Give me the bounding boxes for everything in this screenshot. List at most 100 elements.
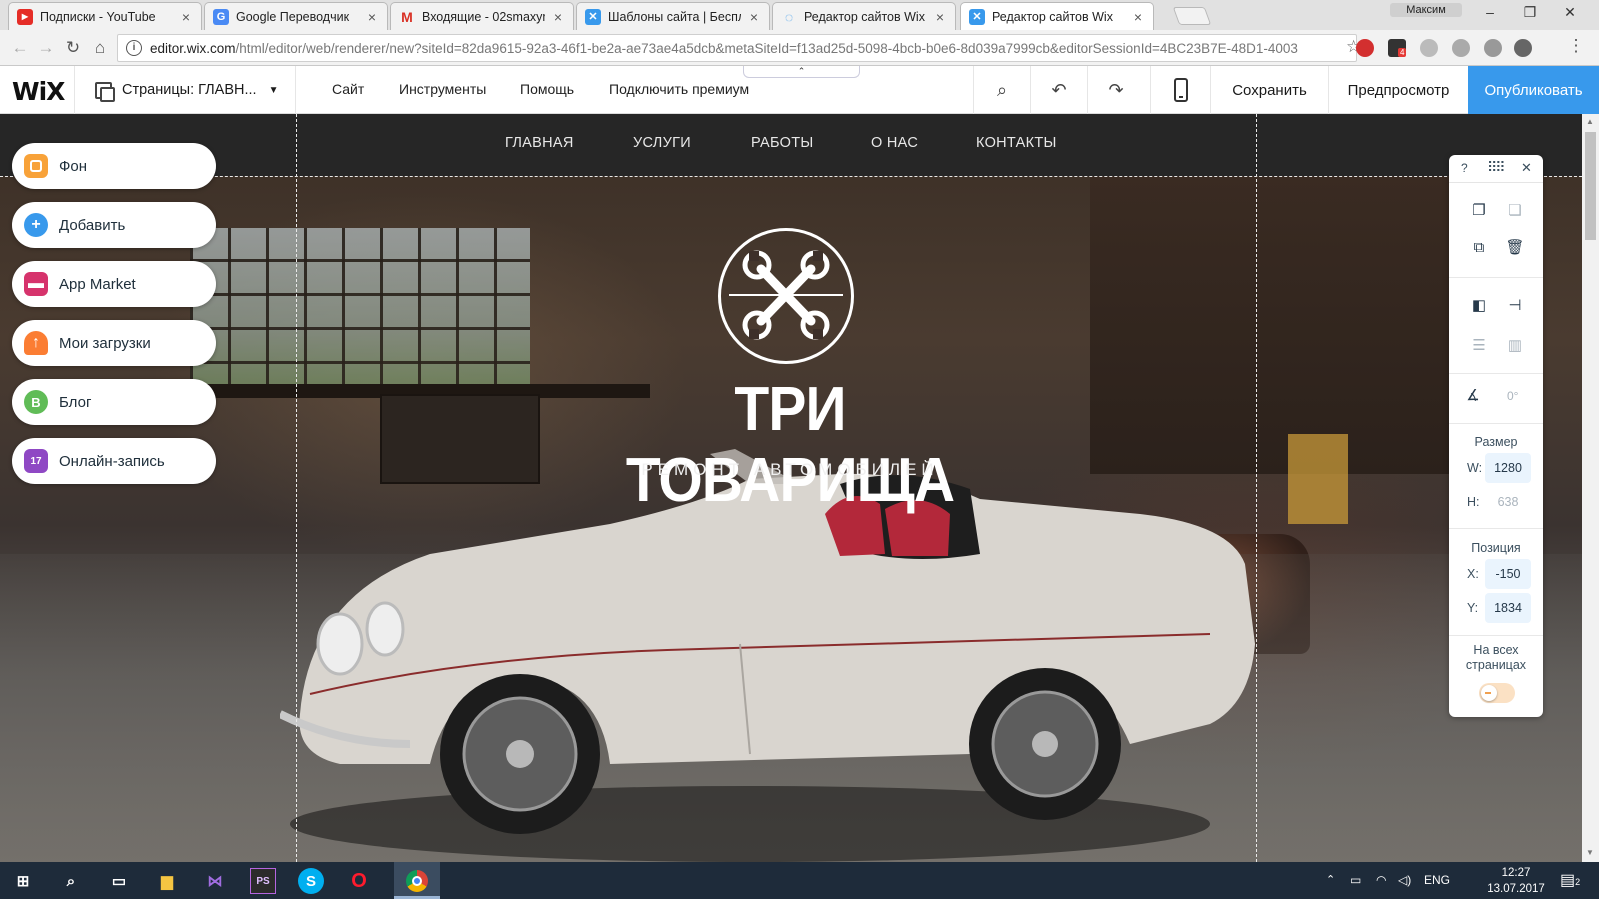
address-bar[interactable]: i editor.wix.com/html/editor/web/rendere…	[117, 34, 1357, 62]
language-indicator[interactable]: ENG	[1424, 873, 1450, 887]
site-info-icon[interactable]: i	[126, 40, 142, 56]
close-tab-icon[interactable]: ×	[365, 9, 379, 25]
battery-icon[interactable]: ▭	[1350, 873, 1361, 887]
paste-icon[interactable]: ❏	[1505, 200, 1525, 220]
y-input[interactable]: 1834	[1485, 593, 1531, 623]
zoom-icon[interactable]: ⌕	[973, 66, 1030, 114]
forward-icon[interactable]: →	[36, 38, 56, 58]
tray-expand-icon[interactable]: ⌃	[1326, 873, 1335, 886]
site-header[interactable]: ГЛАВНАЯ УСЛУГИ РАБОТЫ О НАС КОНТАКТЫ	[0, 114, 1582, 176]
scroll-down-icon[interactable]: ▼	[1586, 848, 1594, 857]
arrange-icon[interactable]: ◧	[1469, 295, 1489, 315]
hero-subtitle[interactable]: РЕМОНТ АВТОМОБИЛЕЙ	[560, 460, 1020, 480]
close-window-icon[interactable]: ✕	[1560, 4, 1580, 21]
save-button[interactable]: Сохранить	[1210, 66, 1328, 114]
scroll-up-icon[interactable]: ▲	[1586, 117, 1594, 126]
extension-icon[interactable]: 4	[1388, 39, 1407, 57]
show-on-all-pages-toggle[interactable]	[1479, 683, 1515, 703]
help-icon[interactable]: ?	[1461, 161, 1468, 175]
panel-uploads-button[interactable]: ↑ Мои загрузки	[12, 320, 216, 366]
reload-icon[interactable]: ↻	[63, 38, 83, 58]
copy-icon[interactable]: ❐	[1469, 200, 1489, 220]
match-size-icon[interactable]: ▥	[1505, 335, 1525, 355]
x-input[interactable]: -150	[1485, 559, 1531, 589]
wix-logo[interactable]: WiX	[12, 77, 65, 106]
site-nav-works[interactable]: РАБОТЫ	[751, 135, 814, 151]
new-tab-button[interactable]	[1172, 7, 1212, 25]
notifications-icon[interactable]: ▤2	[1560, 870, 1580, 890]
collapse-topbar-button[interactable]: ⌃	[743, 66, 860, 78]
file-explorer-icon[interactable]: ▆	[154, 868, 180, 894]
wrench-logo[interactable]	[718, 228, 854, 364]
redo-icon[interactable]: ↷	[1087, 66, 1144, 114]
home-icon[interactable]: ⌂	[90, 38, 110, 58]
back-icon[interactable]: ←	[10, 38, 30, 58]
width-input[interactable]: 1280	[1485, 453, 1531, 483]
close-tab-icon[interactable]: ×	[179, 9, 193, 25]
adblock-icon[interactable]	[1356, 39, 1374, 57]
canvas-scrollbar[interactable]: ▲ ▼	[1582, 114, 1599, 862]
browser-tab-templates[interactable]: ✕ Шаблоны сайта | Беспл ×	[576, 2, 770, 30]
rotation-value[interactable]: 0°	[1507, 389, 1518, 403]
site-nav-home[interactable]: ГЛАВНАЯ	[505, 135, 574, 151]
settings-extension-icon[interactable]	[1514, 39, 1532, 57]
browser-tab-editor-loading[interactable]: ◌ Редактор сайтов Wix ×	[772, 2, 956, 30]
skype-extension-icon[interactable]	[1452, 39, 1470, 57]
preview-button[interactable]: Предпросмотр	[1328, 66, 1468, 114]
menu-premium[interactable]: Подключить премиум	[609, 81, 749, 97]
publish-button[interactable]: Опубликовать	[1468, 66, 1599, 114]
menu-tools[interactable]: Инструменты	[399, 81, 486, 97]
profile-button[interactable]: Максим	[1390, 3, 1462, 17]
menu-help[interactable]: Помощь	[520, 81, 574, 97]
height-input[interactable]: 638	[1485, 487, 1531, 517]
visual-studio-icon[interactable]: ⋈	[202, 868, 228, 894]
system-clock[interactable]: 12:27 13.07.2017	[1486, 865, 1546, 897]
delete-icon[interactable]: 🗑	[1505, 237, 1525, 257]
distribute-icon[interactable]: ☰	[1469, 335, 1489, 355]
search-icon[interactable]: ⌕	[58, 868, 84, 894]
panel-add-button[interactable]: + Добавить	[12, 202, 216, 248]
rotate-icon[interactable]: ∡	[1463, 385, 1483, 405]
hero-title[interactable]: ТРИ ТОВАРИЩА	[578, 374, 1001, 516]
close-tab-icon[interactable]: ×	[551, 9, 565, 25]
scroll-thumb[interactable]	[1585, 132, 1596, 240]
panel-app-market-button[interactable]: ▬ App Market	[12, 261, 216, 307]
browser-tab-editor-active[interactable]: ✕ Редактор сайтов Wix ×	[960, 2, 1154, 30]
menu-site[interactable]: Сайт	[332, 81, 364, 97]
browser-tab-translate[interactable]: G Google Переводчик ×	[204, 2, 388, 30]
undo-icon[interactable]: ↶	[1030, 66, 1087, 114]
minimize-icon[interactable]: –	[1480, 4, 1500, 20]
close-tab-icon[interactable]: ×	[933, 9, 947, 25]
site-nav-about[interactable]: О НАС	[871, 135, 918, 151]
close-tab-icon[interactable]: ×	[747, 9, 761, 25]
toolbar-header[interactable]: ? ⠿⠿ ✕	[1449, 155, 1543, 183]
mobile-view-button[interactable]	[1150, 66, 1210, 114]
windows-start-icon[interactable]: ⊞	[10, 868, 36, 894]
pages-dropdown[interactable]: Страницы: ГЛАВН... ▼	[74, 66, 296, 114]
chrome-icon[interactable]	[404, 868, 430, 894]
panel-bookings-button[interactable]: 17 Онлайн-запись	[12, 438, 216, 484]
skype-icon[interactable]: S	[298, 868, 324, 894]
wifi-icon[interactable]: ◠	[1376, 873, 1386, 887]
volume-icon[interactable]: ◁)	[1398, 873, 1411, 887]
panel-blog-button[interactable]: B Блог	[12, 379, 216, 425]
duplicate-icon[interactable]: ⧉	[1469, 237, 1489, 257]
close-icon[interactable]: ✕	[1521, 160, 1532, 176]
browser-tab-gmail[interactable]: M Входящие - 02smaxym@ ×	[390, 2, 574, 30]
panel-background-button[interactable]: Фон	[12, 143, 216, 189]
phpstorm-icon[interactable]: PS	[250, 868, 276, 894]
browser-menu-icon[interactable]: ⋮	[1566, 36, 1586, 56]
panel-button-label: Онлайн-запись	[59, 452, 165, 470]
editor-canvas[interactable]: ГЛАВНАЯ УСЛУГИ РАБОТЫ О НАС КОНТАКТЫ ТРИ…	[0, 114, 1582, 862]
site-nav-contacts[interactable]: КОНТАКТЫ	[976, 135, 1057, 151]
close-tab-icon[interactable]: ×	[1131, 9, 1145, 25]
align-icon[interactable]: ⊣	[1505, 295, 1525, 315]
drag-handle-icon[interactable]: ⠿⠿	[1487, 159, 1505, 176]
cloud-extension-icon[interactable]	[1420, 39, 1438, 57]
site-nav-services[interactable]: УСЛУГИ	[633, 135, 691, 151]
history-extension-icon[interactable]	[1484, 39, 1502, 57]
maximize-icon[interactable]: ❐	[1520, 4, 1540, 21]
browser-tab-youtube[interactable]: ▶ Подписки - YouTube ×	[8, 2, 202, 30]
task-view-icon[interactable]: ▭	[106, 868, 132, 894]
opera-icon[interactable]: O	[346, 868, 372, 894]
